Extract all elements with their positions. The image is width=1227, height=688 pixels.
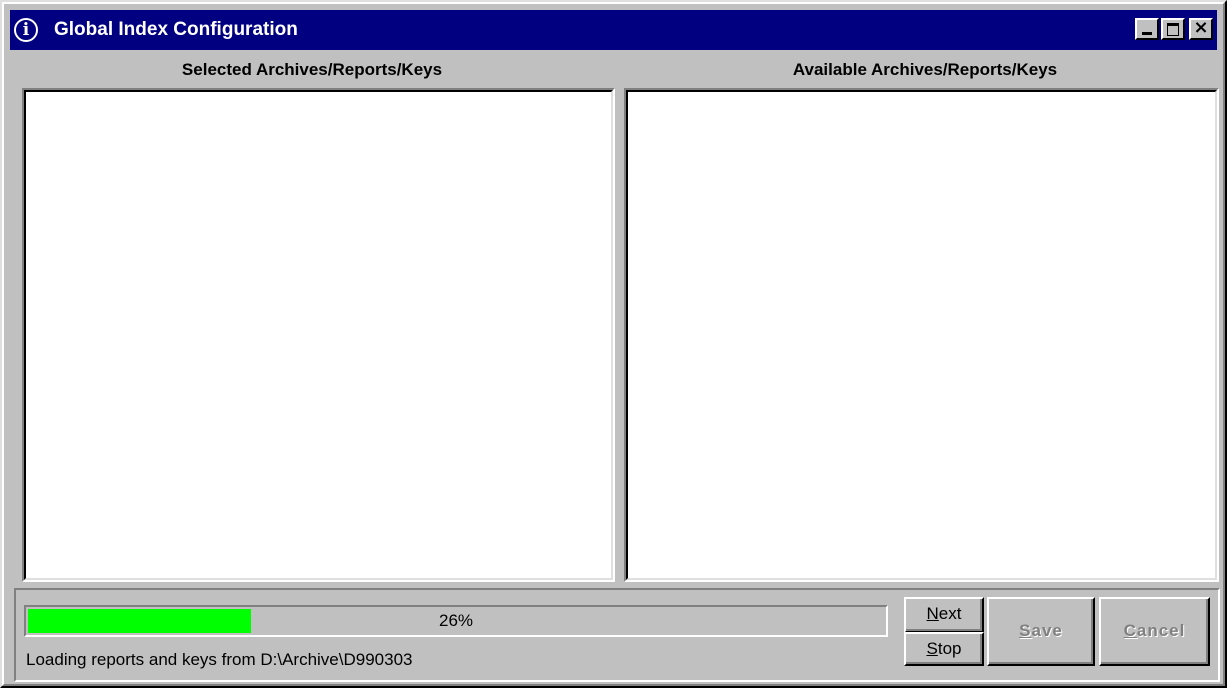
progress-percent-label: 26% bbox=[438, 611, 474, 630]
progress-bar: 26% bbox=[24, 605, 888, 637]
next-button[interactable]: Next bbox=[904, 597, 984, 633]
minimize-icon bbox=[1142, 32, 1152, 35]
title-bar[interactable]: i Global Index Configuration × bbox=[10, 10, 1217, 50]
next-label-rest: ext bbox=[938, 604, 962, 623]
minimize-button[interactable] bbox=[1135, 18, 1159, 40]
next-accel-key: N bbox=[926, 604, 939, 623]
available-pane-header: Available Archives/Reports/Keys bbox=[792, 60, 1058, 79]
selected-pane-header: Selected Archives/Reports/Keys bbox=[181, 60, 443, 79]
save-accel-key: S bbox=[1019, 621, 1032, 640]
save-button-label: Save bbox=[1019, 621, 1063, 640]
stop-button-label: Stop bbox=[927, 639, 962, 658]
maximize-button[interactable] bbox=[1161, 18, 1185, 40]
global-index-configuration-window: i Global Index Configuration × Selected … bbox=[0, 0, 1227, 688]
selected-archives-list[interactable] bbox=[22, 88, 615, 582]
save-button[interactable]: Save bbox=[987, 597, 1095, 666]
info-icon[interactable]: i bbox=[14, 18, 38, 42]
stop-button[interactable]: Stop bbox=[904, 632, 984, 666]
cancel-button[interactable]: Cancel bbox=[1099, 597, 1210, 666]
close-icon: × bbox=[1193, 17, 1209, 38]
cancel-button-label: Cancel bbox=[1124, 621, 1186, 640]
cancel-accel-key: C bbox=[1123, 621, 1137, 640]
status-message: Loading reports and keys from D:\Archive… bbox=[26, 650, 413, 669]
stop-label-rest: top bbox=[937, 639, 962, 658]
available-list-inner bbox=[626, 90, 1217, 580]
stop-accel-key: S bbox=[926, 639, 938, 658]
save-label-rest: ave bbox=[1031, 621, 1063, 640]
close-button[interactable]: × bbox=[1189, 18, 1213, 40]
maximize-icon bbox=[1167, 23, 1179, 36]
available-archives-list[interactable] bbox=[624, 88, 1219, 582]
selected-list-inner bbox=[24, 90, 613, 580]
window-title: Global Index Configuration bbox=[54, 19, 298, 40]
cancel-label-rest: ancel bbox=[1136, 621, 1186, 640]
next-button-label: Next bbox=[927, 604, 962, 623]
